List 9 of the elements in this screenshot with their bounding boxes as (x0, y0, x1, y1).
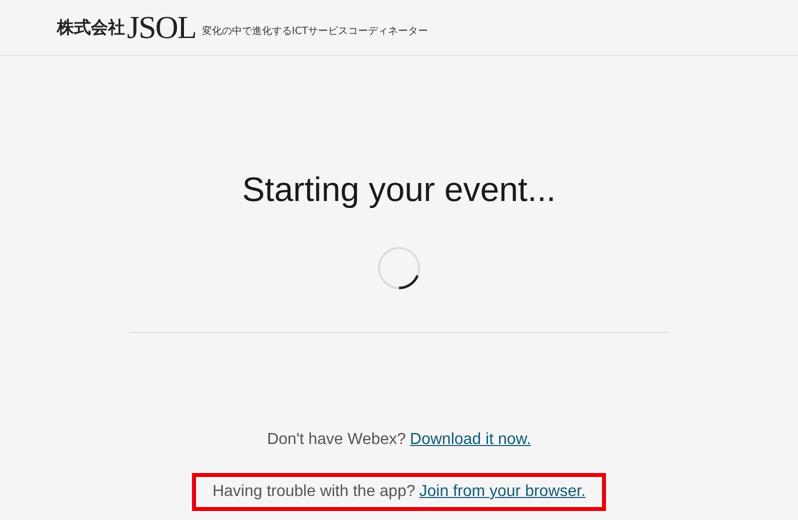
status-title: Starting your event... (242, 170, 556, 210)
company-name: 株式会社 (57, 17, 125, 39)
link[interactable]: Join from your browser. (419, 483, 586, 500)
loading-spinner-icon (377, 246, 421, 290)
link[interactable]: Download it now. (410, 431, 531, 448)
help-text: Don't have Webex? (267, 431, 406, 448)
logo: JSOL (127, 9, 196, 46)
help-text: Having trouble with the app? (212, 483, 416, 500)
tagline: 変化の中で進化するICTサービスコーディネーター (202, 24, 428, 38)
